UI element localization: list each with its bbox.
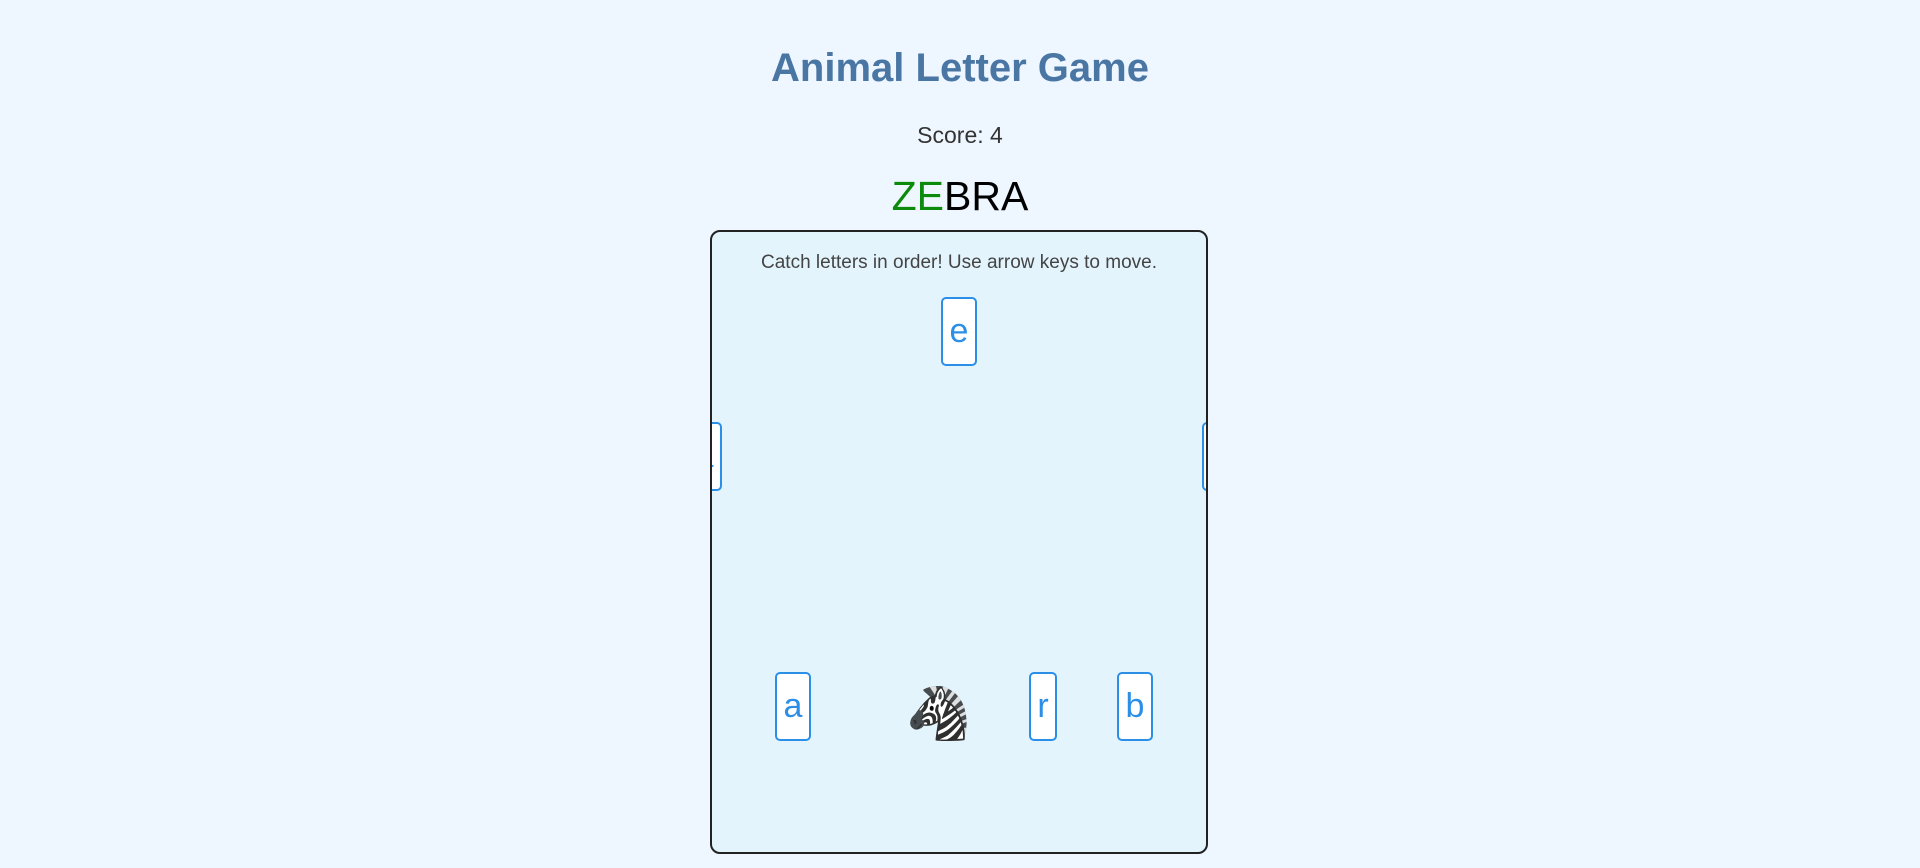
falling-letter-tile: b: [1117, 672, 1153, 741]
game-title: Animal Letter Game: [771, 46, 1149, 90]
score-display: Score: 4: [917, 122, 1003, 148]
instructions-text: Catch letters in order! Use arrow keys t…: [761, 252, 1157, 273]
remaining-letters: BRA: [944, 173, 1029, 219]
falling-letter-tile: o: [1202, 422, 1206, 491]
zebra-player-icon[interactable]: 🦓: [906, 682, 971, 746]
target-word: ZEBRA: [0, 172, 1920, 220]
falling-letter-tile: e: [941, 297, 977, 366]
falling-letter-tile: a: [712, 422, 722, 491]
game-area[interactable]: Catch letters in order! Use arrow keys t…: [710, 230, 1208, 854]
falling-letter-tile: a: [775, 672, 811, 741]
falling-letter-tile: r: [1029, 672, 1057, 741]
caught-letters: ZE: [891, 173, 945, 219]
